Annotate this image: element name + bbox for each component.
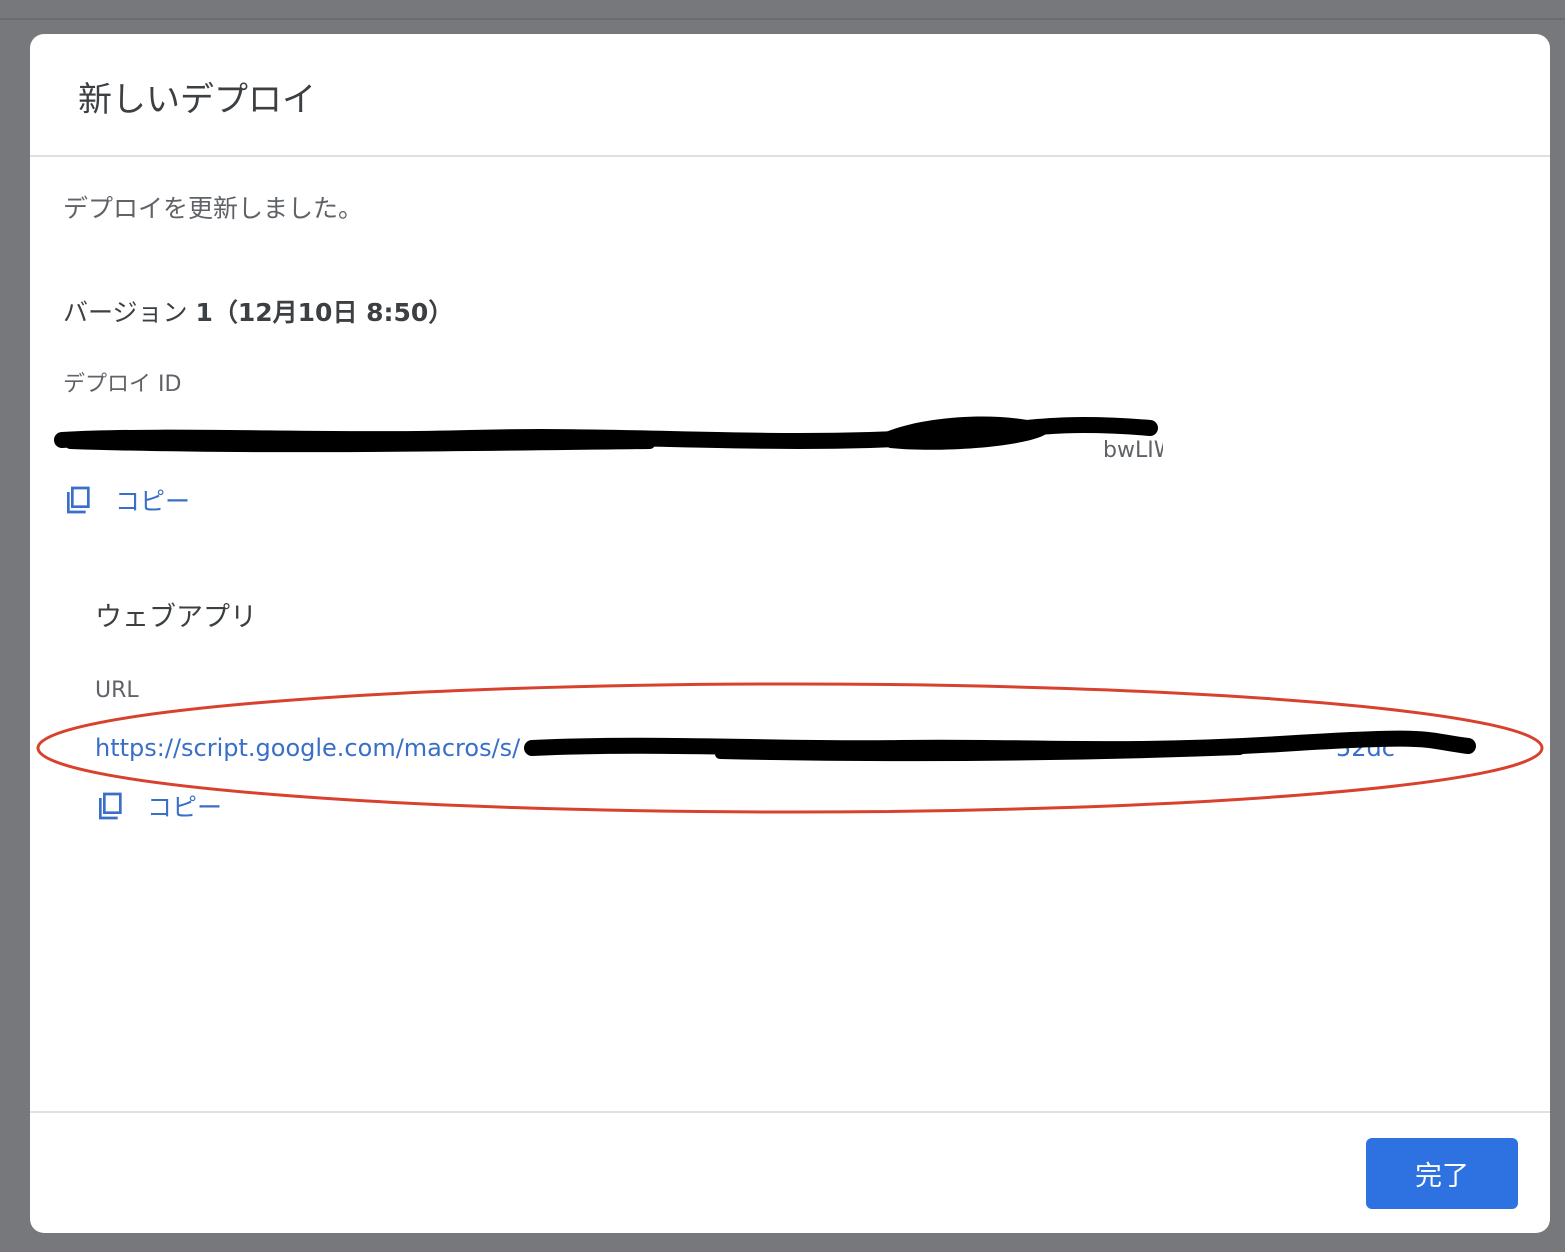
annotation-ellipse [36,682,1544,814]
deploy-id-label: デプロイ ID [63,372,182,397]
content-copy-icon [67,486,90,514]
copy-url-button[interactable]: コピー [95,788,222,824]
deploy-id-redaction [54,416,1158,453]
background-divider [0,18,1565,20]
version-detail: （12月10日 8:50） [212,298,454,327]
dialog-title: 新しいデプロイ [78,80,316,120]
copy-deploy-id-button[interactable]: コピー [63,482,190,518]
status-message: デプロイを更新しました。 [63,194,364,223]
header-divider [30,155,1550,157]
webapp-section-title: ウェブアプリ [95,602,257,633]
content-copy-icon [99,792,122,820]
version-number: 1 [195,298,213,327]
new-deploy-dialog: 新しいデプロイ デプロイを更新しました。 バージョン 1（12月10日 8:50… [30,34,1550,1233]
version-info: バージョン 1（12月10日 8:50） [63,296,453,330]
copy-label: コピー [147,793,223,822]
footer-divider [30,1111,1550,1113]
done-button[interactable]: 完了 [1366,1138,1518,1209]
copy-label: コピー [115,487,191,516]
version-prefix: バージョン [63,298,196,327]
